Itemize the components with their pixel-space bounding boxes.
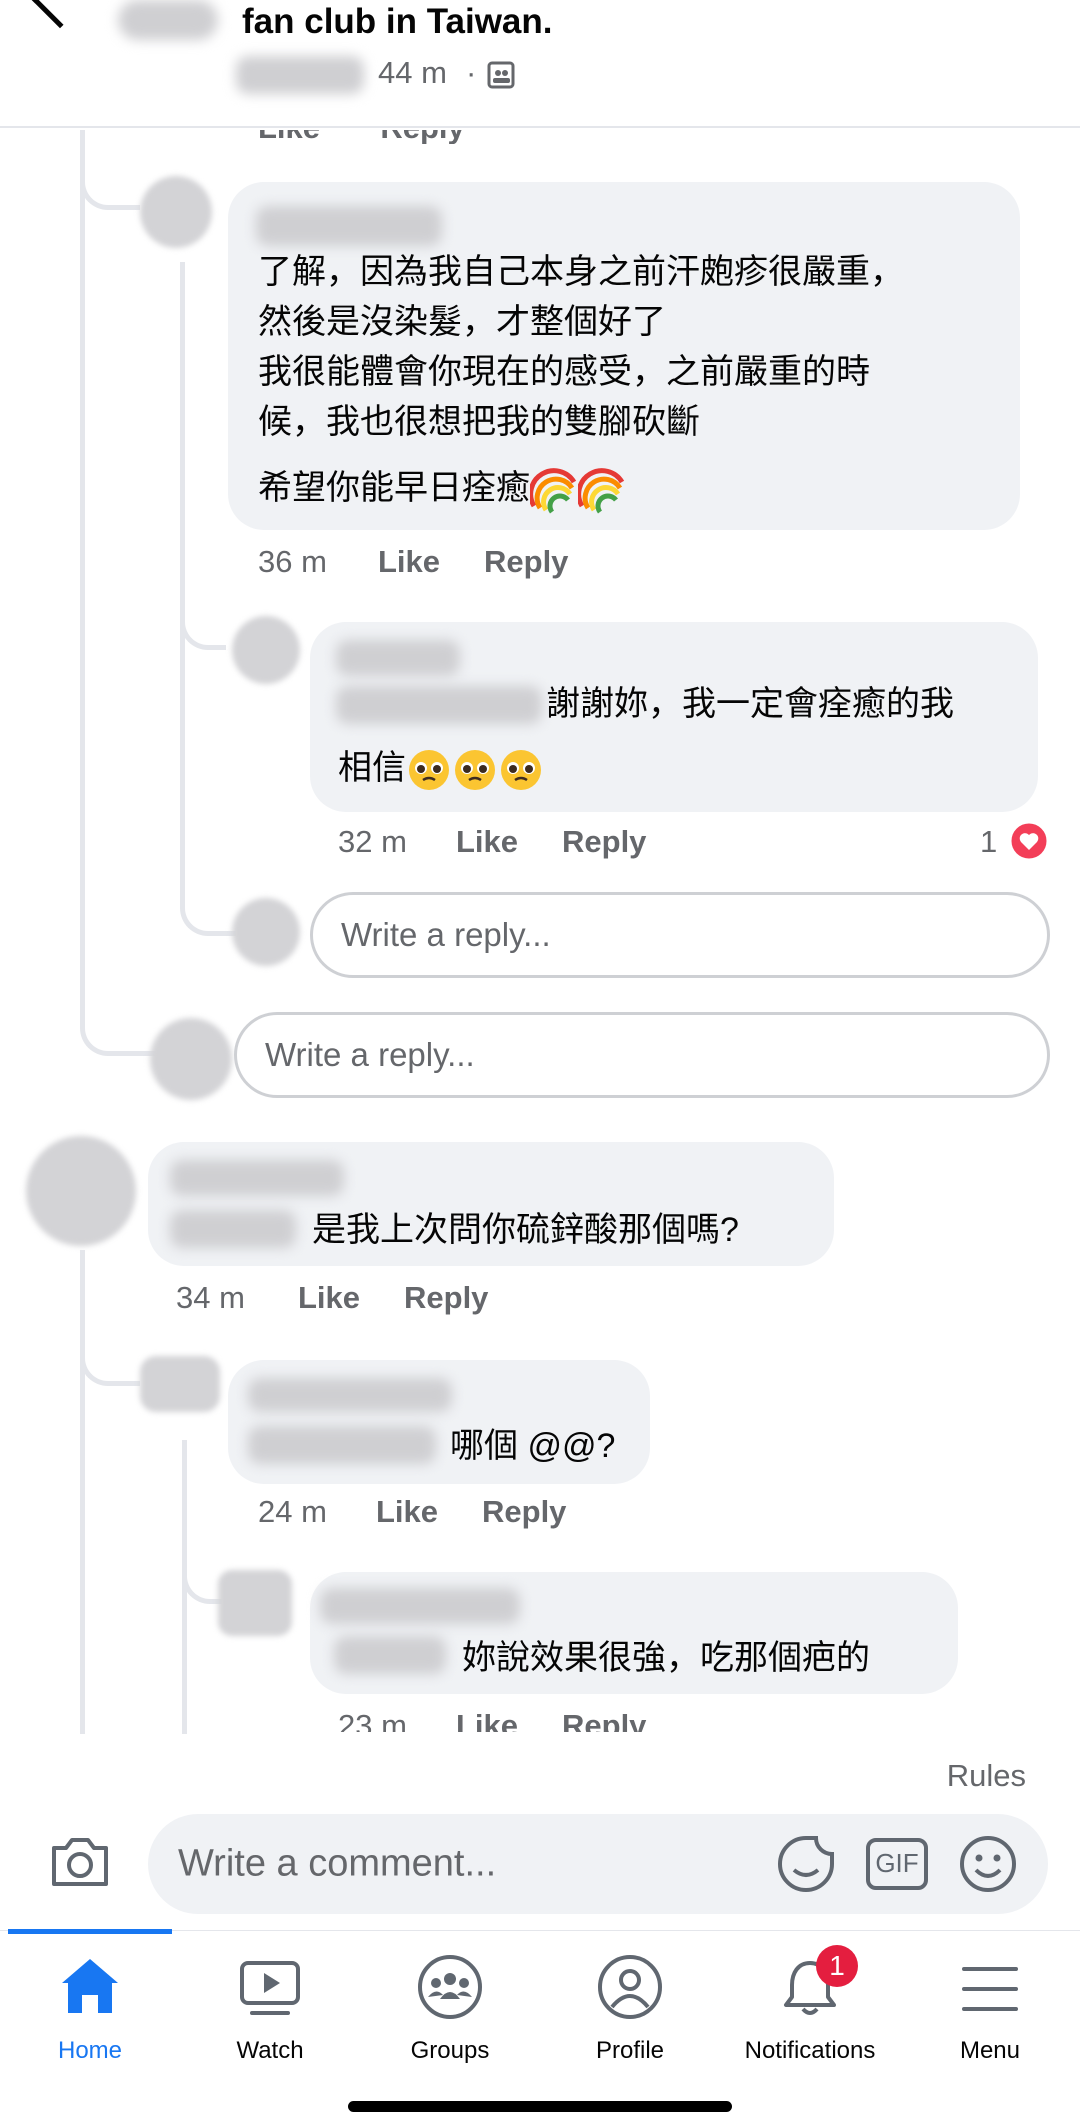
composer: Rules Write a comment... GIF <box>0 1734 1080 1930</box>
comment-text-line: 希望你能早日痊癒 <box>258 462 626 514</box>
comment-text-line: 謝謝妳，我一定會痊癒的我 <box>546 685 954 723</box>
reply-button[interactable]: Reply <box>404 1280 488 1316</box>
comment-time: 24 m <box>258 1494 327 1529</box>
gif-button[interactable]: GIF <box>866 1838 928 1890</box>
nav-groups[interactable]: Groups <box>360 1931 540 2081</box>
post-time: 44 m <box>378 55 447 90</box>
avatar <box>232 898 300 966</box>
avatar[interactable] <box>26 1136 136 1246</box>
group-audience-icon <box>487 61 515 89</box>
post-header: fan club in Taiwan. 44 m · <box>0 0 1080 128</box>
reply-button[interactable]: Reply <box>562 824 646 860</box>
thread-connector <box>180 880 236 936</box>
comment-text: 是我上次問你硫鋅酸那個嗎? <box>312 1211 739 1249</box>
watch-icon <box>240 1961 300 2015</box>
home-indicator <box>348 2101 732 2112</box>
post-title: fan club in Taiwan. <box>242 2 553 41</box>
avatar[interactable] <box>140 176 212 248</box>
time-separator: · <box>466 55 477 90</box>
thread-line <box>80 130 85 1010</box>
tagged-name-redacted <box>336 686 542 724</box>
camera-icon[interactable] <box>48 1834 112 1890</box>
nav-home[interactable]: Home <box>0 1931 180 2081</box>
tagged-name-redacted <box>170 1210 296 1248</box>
previous-comment-meta-cutoff: Like Reply <box>0 130 1080 144</box>
thread-connector <box>180 580 226 650</box>
profile-icon <box>598 1955 662 2019</box>
comment-text: 妳說效果很強，吃那個疤的 <box>462 1639 870 1677</box>
nav-notifications[interactable]: 1 Notifications <box>720 1931 900 2081</box>
bottom-navigation: Home Watch Groups Profile 1 Notification… <box>0 1929 1080 2126</box>
thread-connector <box>80 1000 156 1056</box>
reply-button[interactable]: Reply <box>482 1494 566 1530</box>
home-icon <box>62 1959 118 2013</box>
comment-text-line: 然後是沒染髮，才整個好了 <box>258 303 666 341</box>
pleading-face-emoji-icon <box>455 750 495 791</box>
reply-input[interactable]: Write a reply... <box>310 892 1050 978</box>
avatar[interactable] <box>232 616 300 684</box>
like-button[interactable]: Like <box>456 824 518 860</box>
notification-badge: 1 <box>816 1945 858 1987</box>
comment-text-line: 候，我也很想把我的雙腳砍斷 <box>258 403 700 441</box>
commenter-name-redacted <box>170 1160 344 1196</box>
back-arrow-icon[interactable] <box>31 0 89 29</box>
tagged-name-redacted <box>334 1636 446 1674</box>
rainbow-emoji-icon <box>578 468 625 514</box>
like-button[interactable]: Like <box>376 1494 438 1530</box>
comment-time: 34 m <box>176 1280 245 1315</box>
avatar[interactable] <box>218 1570 292 1636</box>
comment-text: 哪個 @@? <box>450 1427 616 1465</box>
like-button[interactable]: Like <box>378 544 440 580</box>
comment-meta-cutoff: 23 m Like Reply <box>338 1708 647 1732</box>
comment-text-line: 了解，因為我自己本身之前汗皰疹很嚴重， <box>258 253 904 291</box>
tagged-name-redacted <box>248 1426 436 1464</box>
pleading-face-emoji-icon <box>501 750 541 791</box>
avatar-sticker-icon[interactable] <box>776 1834 836 1894</box>
author-name-redacted <box>236 56 364 94</box>
nav-menu[interactable]: Menu <box>900 1931 1080 2081</box>
reaction-count[interactable]: 1 <box>980 824 997 860</box>
pleading-face-emoji-icon <box>409 750 449 791</box>
comment-time: 36 m <box>258 544 327 579</box>
rainbow-emoji-icon <box>530 468 577 514</box>
author-avatar <box>118 0 218 40</box>
nav-watch[interactable]: Watch <box>180 1931 360 2081</box>
commenter-name-redacted <box>336 640 460 676</box>
thread-connector <box>182 1556 222 1604</box>
reply-input[interactable]: Write a reply... <box>234 1012 1050 1098</box>
avatar[interactable] <box>140 1356 220 1412</box>
groups-icon <box>418 1955 482 2019</box>
menu-icon <box>962 1967 1018 2011</box>
thread-connector <box>80 1330 140 1386</box>
comment-text-line: 相信 <box>338 742 544 794</box>
commenter-name-redacted <box>248 1378 452 1412</box>
like-button[interactable]: Like <box>298 1280 360 1316</box>
commenter-name-redacted <box>320 1588 520 1624</box>
reply-button[interactable]: Reply <box>484 544 568 580</box>
avatar <box>150 1018 232 1100</box>
commenter-name-redacted <box>256 206 442 246</box>
comment-text-line: 我很能體會你現在的感受，之前嚴重的時 <box>258 353 870 391</box>
rules-link[interactable]: Rules <box>947 1758 1026 1794</box>
love-reaction-icon[interactable] <box>1008 820 1050 862</box>
emoji-icon[interactable] <box>958 1834 1018 1894</box>
thread-connector <box>80 130 140 210</box>
comment-time: 32 m <box>338 824 407 859</box>
nav-profile[interactable]: Profile <box>540 1931 720 2081</box>
